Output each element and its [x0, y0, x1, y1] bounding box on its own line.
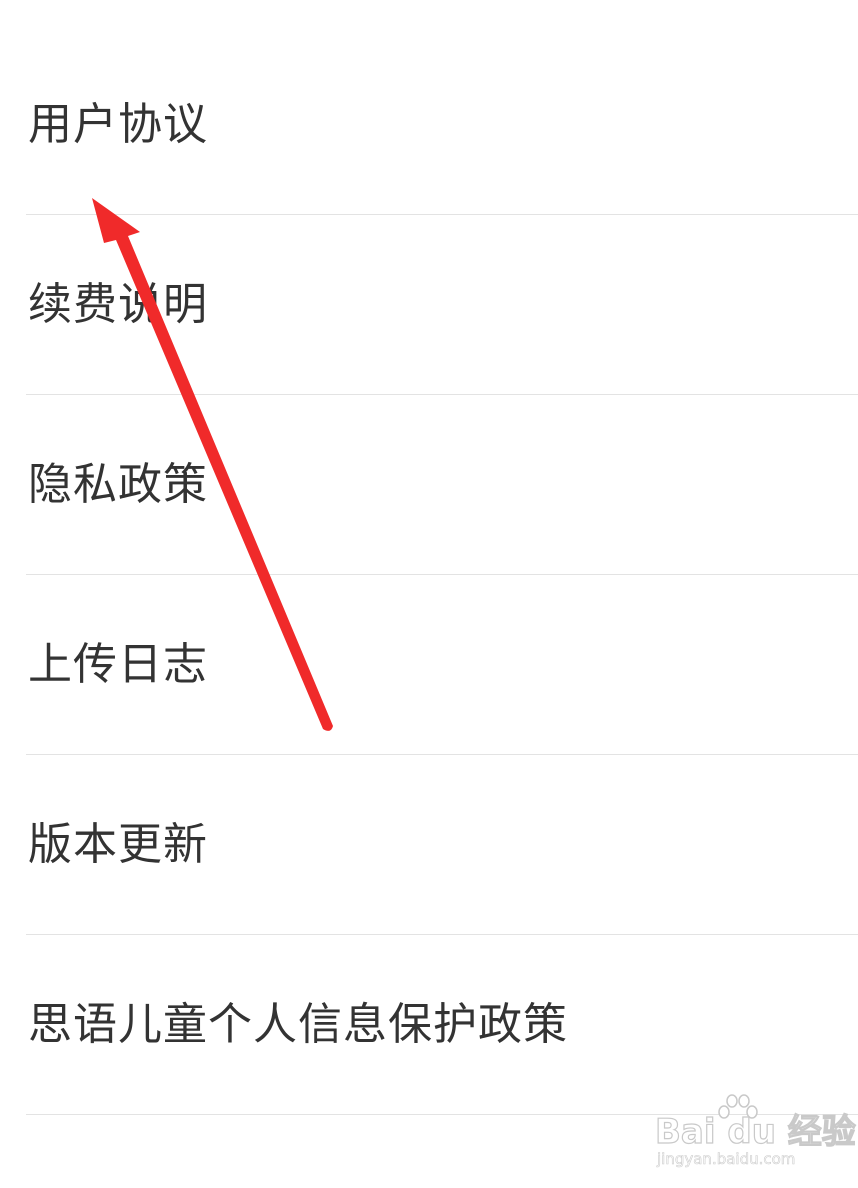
settings-item-renewal-info[interactable]: 续费说明 [0, 215, 858, 395]
watermark-url: jingyan.baidu.com [657, 1150, 796, 1169]
settings-item-privacy-policy[interactable]: 隐私政策 [0, 395, 858, 575]
settings-item-user-agreement[interactable]: 用户协议 [0, 35, 858, 215]
settings-item-label: 续费说明 [28, 279, 208, 330]
settings-item-label: 隐私政策 [28, 459, 208, 510]
settings-item-label: 上传日志 [28, 639, 208, 690]
settings-item-label: 思语儿童个人信息保护政策 [28, 999, 568, 1050]
settings-item-child-privacy-policy[interactable]: 思语儿童个人信息保护政策 [0, 935, 858, 1115]
divider [26, 1114, 858, 1115]
settings-item-upload-logs[interactable]: 上传日志 [0, 575, 858, 755]
settings-item-version-update[interactable]: 版本更新 [0, 755, 858, 935]
settings-item-label: 版本更新 [28, 819, 208, 870]
settings-list: 用户协议 续费说明 隐私政策 上传日志 版本更新 思语儿童个人信息保护政策 [0, 35, 858, 1115]
settings-item-label: 用户协议 [28, 99, 208, 150]
